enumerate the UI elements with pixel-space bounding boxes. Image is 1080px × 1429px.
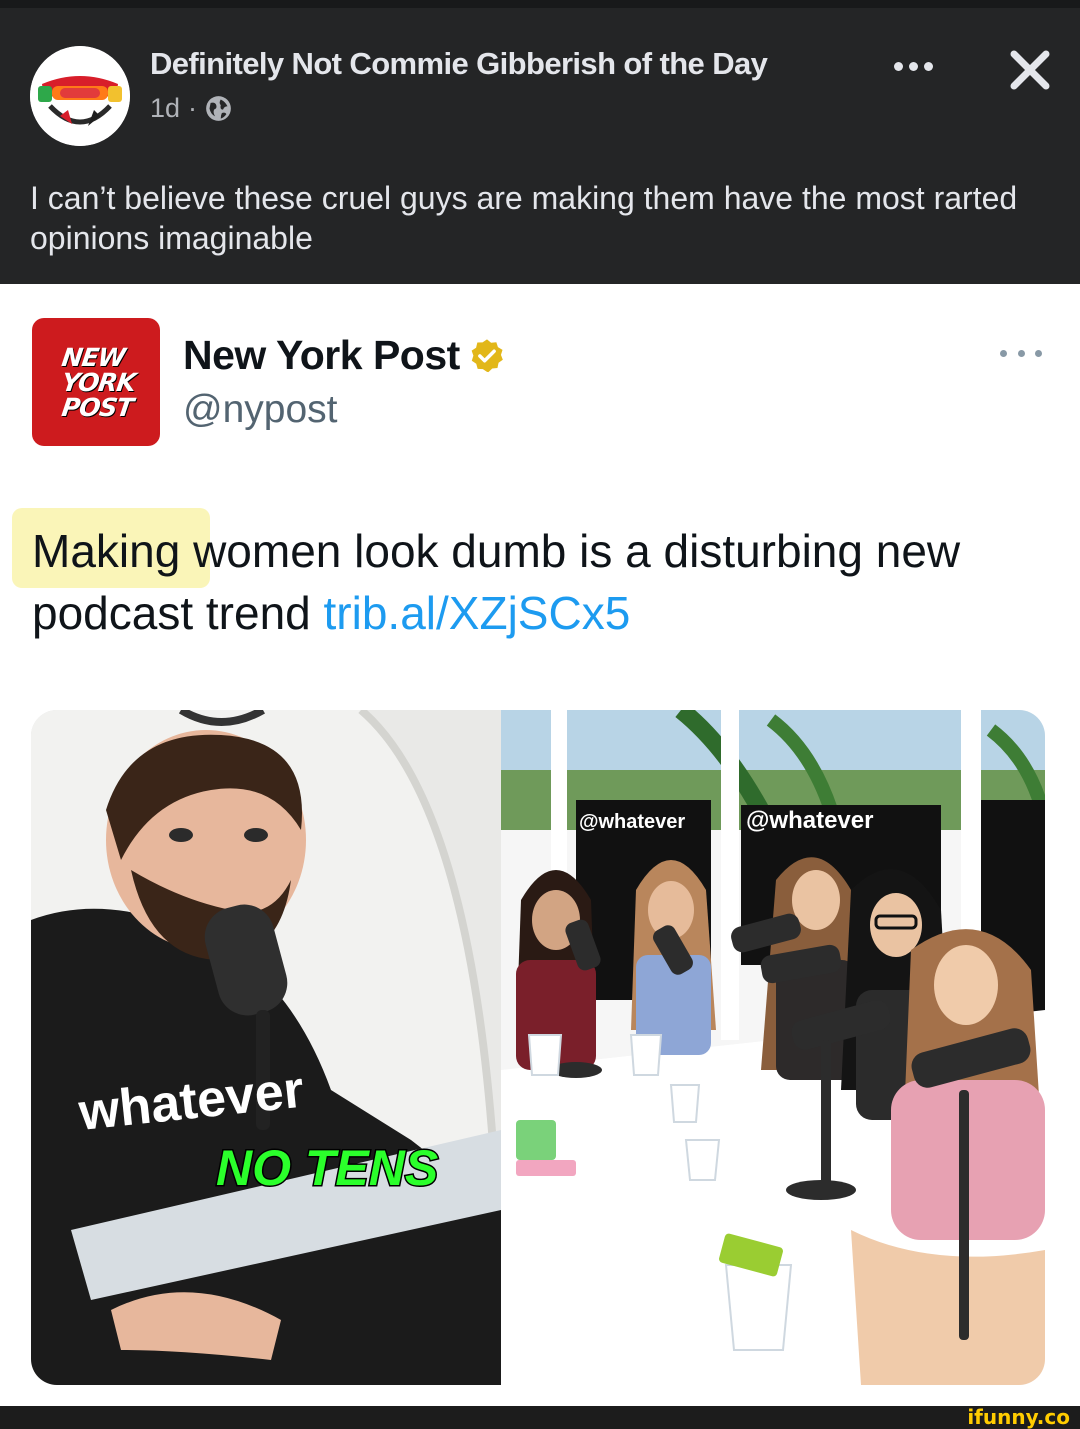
backdrop-text: @whatever xyxy=(579,811,685,833)
verified-badge-icon xyxy=(468,337,506,375)
logo-line-1: NEW xyxy=(59,342,127,372)
tweet-link[interactable]: trib.al/XZjSCx5 xyxy=(324,587,631,639)
watermark-bar: ifunny.co xyxy=(0,1406,1080,1429)
facebook-post-header: Definitely Not Commie Gibberish of the D… xyxy=(0,0,1080,284)
logo-line-2: YORK xyxy=(59,367,138,397)
tweet-more-icon[interactable] xyxy=(1000,346,1042,360)
page-name[interactable]: Definitely Not Commie Gibberish of the D… xyxy=(150,46,768,82)
post-time[interactable]: 1d xyxy=(150,93,180,124)
backdrop-text-2: @whatever xyxy=(746,807,873,834)
tweet-media-image[interactable]: @whatever @whatever whatever NO TENS xyxy=(31,710,1045,1385)
ifunny-watermark: ifunny.co xyxy=(967,1405,1070,1429)
account-name[interactable]: New York Post xyxy=(183,332,506,379)
tweet-text: Making women look dumb is a disturbing n… xyxy=(32,520,1052,644)
meta-separator: · xyxy=(188,92,198,123)
close-icon[interactable] xyxy=(1002,42,1058,98)
account-name-text: New York Post xyxy=(183,332,460,378)
account-handle[interactable]: @nypost xyxy=(183,388,338,432)
page-avatar[interactable] xyxy=(30,46,130,146)
post-meta: 1d · xyxy=(150,90,232,126)
no-tens-caption: NO TENS xyxy=(216,1140,438,1196)
globe-icon xyxy=(205,95,232,122)
nypost-logo[interactable]: NEW YORK POST xyxy=(32,318,160,446)
more-options-icon[interactable] xyxy=(885,46,941,86)
tweet-card: NEW YORK POST New York Post @nypost Maki… xyxy=(0,284,1080,1406)
logo-line-3: POST xyxy=(59,392,135,422)
post-caption: I can’t believe these cruel guys are mak… xyxy=(30,180,1018,256)
